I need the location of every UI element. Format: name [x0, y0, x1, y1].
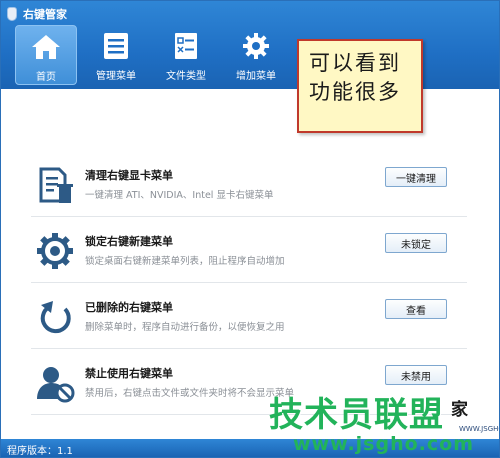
- file-type-icon: [169, 29, 203, 63]
- menu-list-icon: [99, 29, 133, 63]
- user-block-icon: [33, 361, 77, 405]
- app-window: 右键管家 首页 管理菜单 文件类型 增加菜单 可以看到 功能很多 清理右键显卡菜…: [0, 0, 500, 458]
- nav-item-file-types[interactable]: 文件类型: [155, 25, 217, 85]
- row-title: 已删除的右键菜单: [85, 301, 173, 314]
- row-description: 删除菜单时，程序自动进行备份，以便恢复之用: [85, 322, 285, 333]
- feature-row-deleted-menus: 已删除的右键菜单 删除菜单时，程序自动进行备份，以便恢复之用 查看: [31, 283, 467, 349]
- disable-toggle-button[interactable]: 未禁用: [385, 365, 447, 385]
- titlebar: 右键管家: [7, 5, 67, 23]
- status-bar: 程序版本：1.1: [1, 439, 499, 457]
- row-title: 锁定右键新建菜单: [85, 235, 173, 248]
- restore-arrow-icon: [33, 295, 77, 339]
- view-button[interactable]: 查看: [385, 299, 447, 319]
- home-icon: [29, 30, 63, 64]
- nav-label: 文件类型: [166, 71, 206, 82]
- row-title: 清理右键显卡菜单: [85, 169, 173, 182]
- lock-toggle-button[interactable]: 未锁定: [385, 233, 447, 253]
- nav-item-manage-menu[interactable]: 管理菜单: [85, 25, 147, 85]
- callout-line-2: 功能很多: [309, 80, 401, 104]
- callout-line-1: 可以看到: [309, 51, 401, 75]
- gear-icon: [33, 229, 77, 273]
- nav-label: 管理菜单: [96, 71, 136, 82]
- gear-icon: [239, 29, 273, 63]
- clean-document-icon: [33, 163, 77, 207]
- app-logo-icon: [7, 7, 17, 21]
- row-description: 禁用后，右键点击文件或文件夹时将不会显示菜单: [85, 388, 295, 399]
- feature-row-lock-new-menu: 锁定右键新建菜单 锁定桌面右键新建菜单列表，阻止程序自动增加 未锁定: [31, 217, 467, 283]
- app-title: 右键管家: [23, 8, 67, 21]
- header: 右键管家 首页 管理菜单 文件类型 增加菜单: [1, 1, 499, 89]
- annotation-callout: 可以看到 功能很多: [297, 39, 423, 133]
- nav-label: 增加菜单: [236, 71, 276, 82]
- row-title: 禁止使用右键菜单: [85, 367, 173, 380]
- nav-item-add-menu[interactable]: 增加菜单: [225, 25, 287, 85]
- row-description: 一键清理 ATI、NVIDIA、Intel 显卡右键菜单: [85, 190, 274, 201]
- main-content: 清理右键显卡菜单 一键清理 ATI、NVIDIA、Intel 显卡右键菜单 一键…: [1, 89, 499, 441]
- main-nav: 首页 管理菜单 文件类型 增加菜单: [15, 25, 287, 85]
- feature-row-clean-gpu-menu: 清理右键显卡菜单 一键清理 ATI、NVIDIA、Intel 显卡右键菜单 一键…: [31, 151, 467, 217]
- version-text: 程序版本：1.1: [7, 446, 73, 457]
- clean-button[interactable]: 一键清理: [385, 167, 447, 187]
- nav-label: 首页: [36, 72, 56, 83]
- nav-item-home[interactable]: 首页: [15, 25, 77, 85]
- feature-row-disable-menu: 禁止使用右键菜单 禁用后，右键点击文件或文件夹时将不会显示菜单 未禁用: [31, 349, 467, 415]
- row-description: 锁定桌面右键新建菜单列表，阻止程序自动增加: [85, 256, 285, 267]
